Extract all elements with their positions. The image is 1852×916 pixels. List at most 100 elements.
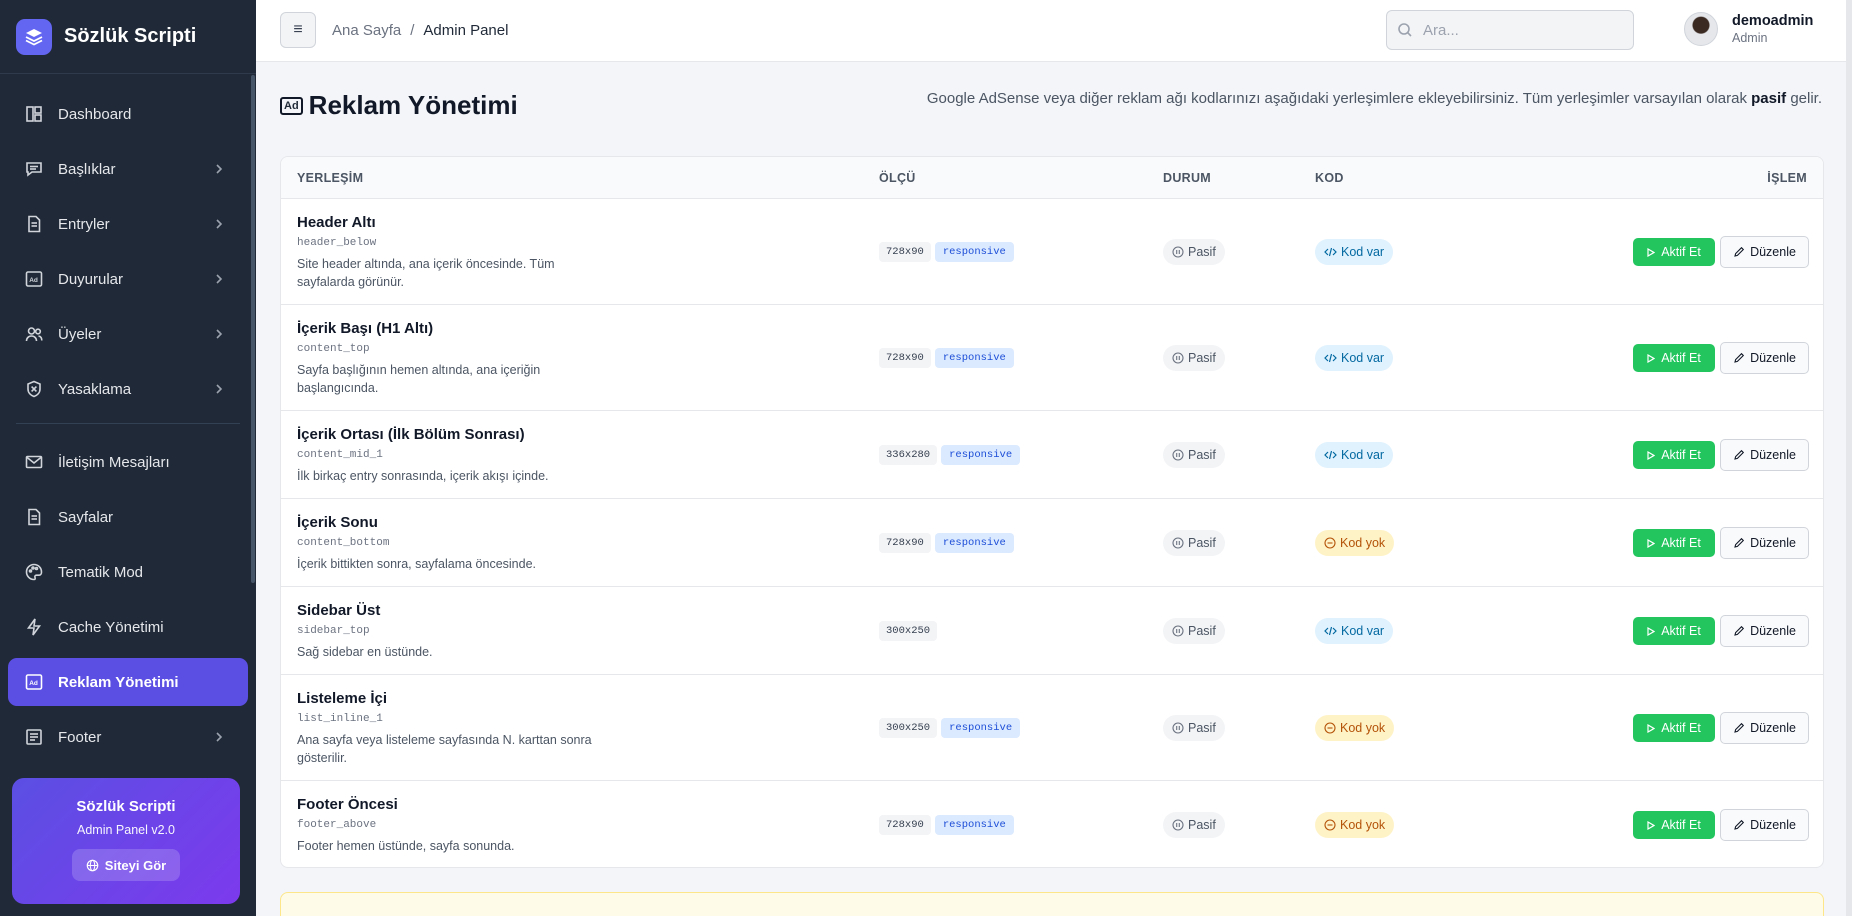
play-icon bbox=[1647, 247, 1656, 257]
sidebar-item-label: İletişim Mesajları bbox=[58, 453, 170, 471]
edit-button[interactable]: Düzenle bbox=[1720, 342, 1809, 374]
col-action: İŞLEM bbox=[1767, 171, 1807, 185]
promo-title: Sözlük Scripti bbox=[76, 798, 176, 815]
palette-icon bbox=[25, 563, 43, 581]
activate-button[interactable]: Aktif Et bbox=[1633, 529, 1715, 557]
page-description: Google AdSense veya diğer reklam ağı kod… bbox=[927, 90, 1822, 107]
placement-description: Sayfa başlığının hemen altında, ana içer… bbox=[297, 363, 541, 395]
promo-card: Sözlük Scripti Admin Panel v2.0 Siteyi G… bbox=[12, 778, 240, 904]
placement-description: Footer hemen üstünde, sayfa sonunda. bbox=[297, 839, 515, 853]
search-box[interactable] bbox=[1386, 10, 1634, 50]
svg-text:Ad: Ad bbox=[29, 680, 38, 687]
placement-key: content_top bbox=[297, 343, 370, 355]
edit-label: Düzenle bbox=[1750, 245, 1796, 259]
sidebar-item-4[interactable]: Üyeler bbox=[8, 310, 248, 358]
size-cell: 728x90 responsive bbox=[879, 348, 1014, 368]
edit-button[interactable]: Düzenle bbox=[1720, 615, 1809, 647]
sidebar: Sözlük Scripti Dashboard Başlıklar Entryle… bbox=[0, 0, 256, 916]
sidebar-item-1[interactable]: Başlıklar bbox=[8, 145, 248, 193]
menu-toggle-button[interactable]: ≡ bbox=[280, 12, 316, 48]
activate-button[interactable]: Aktif Et bbox=[1633, 617, 1715, 645]
sidebar-item-10[interactable]: Ad Reklam Yönetimi bbox=[8, 658, 248, 706]
activate-button[interactable]: Aktif Et bbox=[1633, 238, 1715, 266]
sidebar-item-label: Başlıklar bbox=[58, 160, 116, 178]
code-badge: Kod var bbox=[1315, 442, 1394, 468]
breadcrumb: Ana Sayfa / Admin Panel bbox=[332, 22, 508, 39]
responsive-badge: responsive bbox=[934, 348, 1014, 368]
edit-button[interactable]: Düzenle bbox=[1720, 809, 1809, 841]
avatar bbox=[1684, 12, 1718, 46]
sidebar-item-3[interactable]: Ad Duyurular bbox=[8, 255, 248, 303]
page-title: Ad Reklam Yönetimi bbox=[280, 90, 518, 121]
status-label: Pasif bbox=[1188, 818, 1216, 832]
status-label: Pasif bbox=[1188, 721, 1216, 735]
activate-label: Aktif Et bbox=[1661, 624, 1701, 638]
status-badge: Pasif bbox=[1163, 812, 1225, 838]
placement-name: İçerik Başı (H1 Altı) bbox=[297, 320, 434, 337]
edit-button[interactable]: Düzenle bbox=[1720, 236, 1809, 268]
search-input[interactable] bbox=[1423, 21, 1623, 39]
activate-button[interactable]: Aktif Et bbox=[1633, 344, 1715, 372]
pause-icon bbox=[1172, 246, 1184, 258]
table-row: Footer Öncesi footer_above Footer hemen üs… bbox=[281, 781, 1823, 867]
pencil-icon bbox=[1734, 449, 1745, 460]
activate-button[interactable]: Aktif Et bbox=[1633, 811, 1715, 839]
status-badge: Pasif bbox=[1163, 442, 1225, 468]
sidebar-item-label: Yasaklama bbox=[58, 380, 132, 398]
brand-title: Sözlük Scripti bbox=[64, 25, 197, 47]
table-row: Header Altı header_below Site header altın… bbox=[281, 199, 1823, 305]
dashboard-icon bbox=[26, 106, 42, 122]
brand[interactable]: Sözlük Scripti bbox=[0, 0, 256, 74]
page-scrollbar[interactable] bbox=[1846, 0, 1852, 916]
sidebar-item-8[interactable]: Tematik Mod bbox=[8, 548, 248, 596]
responsive-badge: responsive bbox=[934, 533, 1014, 553]
activate-button[interactable]: Aktif Et bbox=[1633, 441, 1715, 469]
activate-button[interactable]: Aktif Et bbox=[1633, 714, 1715, 742]
size-badge: 300x250 bbox=[879, 621, 938, 641]
breadcrumb-home[interactable]: Ana Sayfa bbox=[332, 22, 401, 39]
col-size: ÖLÇÜ bbox=[879, 171, 916, 185]
size-badge: 336x280 bbox=[879, 445, 938, 465]
responsive-badge: responsive bbox=[934, 242, 1014, 262]
table-header: YERLEŞİM ÖLÇÜ DURUM KOD İŞLEM bbox=[281, 157, 1823, 199]
user-menu[interactable]: demoadmin Admin bbox=[1684, 12, 1813, 46]
play-icon bbox=[1647, 723, 1656, 733]
code-badge: Kod yok bbox=[1315, 812, 1395, 838]
placement-key: header_below bbox=[297, 237, 377, 249]
edit-button[interactable]: Düzenle bbox=[1720, 527, 1809, 559]
topbar: ≡ Ana Sayfa / Admin Panel demoadmin Admin bbox=[256, 0, 1852, 62]
edit-label: Düzenle bbox=[1750, 448, 1796, 462]
placement-key: content_bottom bbox=[297, 537, 390, 549]
sidebar-item-5[interactable]: Yasaklama bbox=[8, 365, 248, 413]
topics-icon bbox=[26, 162, 42, 177]
edit-label: Düzenle bbox=[1750, 818, 1796, 832]
edit-label: Düzenle bbox=[1750, 536, 1796, 550]
view-site-button[interactable]: Siteyi Gör bbox=[71, 849, 181, 881]
sidebar-item-0[interactable]: Dashboard bbox=[8, 90, 248, 138]
sidebar-item-2[interactable]: Entryler bbox=[8, 200, 248, 248]
sidebar-item-label: Tematik Mod bbox=[58, 563, 144, 581]
edit-button[interactable]: Düzenle bbox=[1720, 712, 1809, 744]
sidebar-item-9[interactable]: Cache Yönetimi bbox=[8, 603, 248, 651]
edit-button[interactable]: Düzenle bbox=[1720, 439, 1809, 471]
pencil-icon bbox=[1734, 722, 1745, 733]
size-cell: 300x250 responsive bbox=[879, 718, 1021, 738]
col-placement: YERLEŞİM bbox=[297, 171, 364, 185]
breadcrumb-current: Admin Panel bbox=[423, 22, 509, 39]
table-body: Header Altı header_below Site header altın… bbox=[281, 199, 1823, 867]
placement-name: Footer Öncesi bbox=[297, 796, 398, 813]
desc-bold: pasif bbox=[1751, 90, 1787, 107]
pause-icon bbox=[1172, 722, 1184, 734]
placement-key: sidebar_top bbox=[297, 625, 370, 637]
sidebar-item-7[interactable]: Sayfalar bbox=[8, 493, 248, 541]
footer-icon bbox=[26, 729, 42, 745]
sidebar-item-6[interactable]: İletişim Mesajları bbox=[8, 438, 248, 486]
svg-text:Ad: Ad bbox=[29, 277, 38, 284]
size-badge: 728x90 bbox=[879, 533, 931, 553]
status-badge: Pasif bbox=[1163, 239, 1225, 265]
code-badge: Kod yok bbox=[1315, 530, 1395, 556]
size-cell: 300x250 bbox=[879, 621, 938, 641]
ad-icon: Ad bbox=[25, 674, 43, 690]
pencil-icon bbox=[1734, 352, 1745, 363]
sidebar-item-11[interactable]: Footer bbox=[8, 713, 248, 761]
